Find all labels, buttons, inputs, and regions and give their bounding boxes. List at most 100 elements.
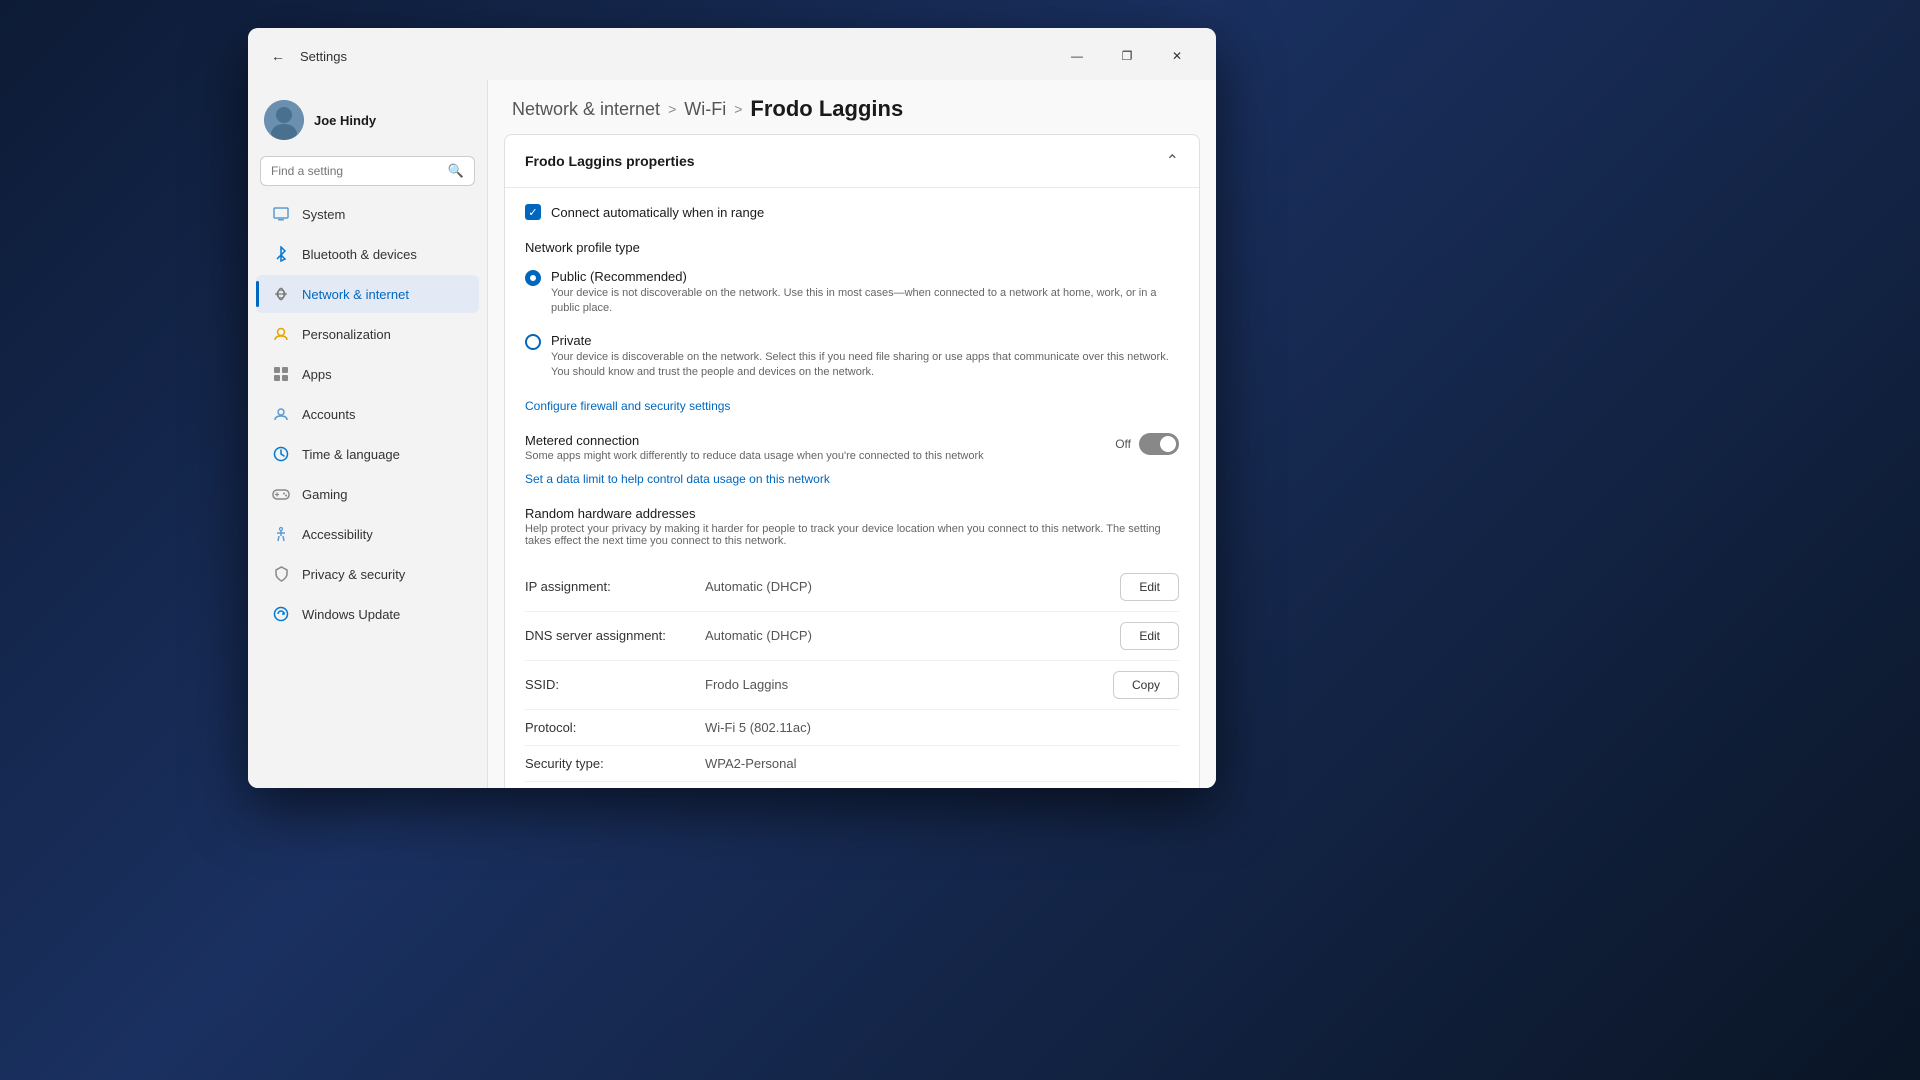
search-box[interactable]: 🔍 — [260, 156, 475, 186]
sidebar-item-bluetooth[interactable]: Bluetooth & devices — [256, 235, 479, 273]
ip-edit-button[interactable]: Edit — [1120, 573, 1179, 601]
settings-window: ← Settings — ❐ ✕ Joe Hindy — [248, 28, 1216, 788]
sidebar-label-personalization: Personalization — [302, 327, 391, 342]
random-hw-title: Random hardware addresses — [525, 506, 1179, 521]
bluetooth-icon — [272, 245, 290, 263]
metered-info: Metered connection Some apps might work … — [525, 433, 984, 462]
sidebar-label-network: Network & internet — [302, 287, 409, 302]
breadcrumb-sep-1: > — [668, 101, 676, 117]
time-icon — [272, 445, 290, 463]
private-desc: Your device is discoverable on the netwo… — [551, 350, 1179, 381]
section-title: Frodo Laggins properties — [525, 153, 695, 169]
minimize-button[interactable]: — — [1054, 40, 1100, 72]
connect-auto-label: Connect automatically when in range — [551, 205, 764, 220]
metered-title: Metered connection — [525, 433, 984, 448]
breadcrumb: Network & internet > Wi-Fi > Frodo Laggi… — [488, 80, 1216, 134]
maximize-button[interactable]: ❐ — [1104, 40, 1150, 72]
update-icon — [272, 605, 290, 623]
apps-icon — [272, 365, 290, 383]
dns-row: DNS server assignment: Automatic (DHCP) … — [525, 612, 1179, 661]
sidebar: Joe Hindy 🔍 System — [248, 80, 488, 788]
system-icon — [272, 205, 290, 223]
toggle-switch[interactable] — [1139, 433, 1179, 455]
random-hw-info: Random hardware addresses Help protect y… — [525, 506, 1179, 547]
private-option[interactable]: Private Your device is discoverable on t… — [525, 333, 1179, 381]
close-button[interactable]: ✕ — [1154, 40, 1200, 72]
ip-actions: Edit — [1120, 573, 1179, 601]
sidebar-item-accessibility[interactable]: Accessibility — [256, 515, 479, 553]
section-header: Frodo Laggins properties ⌃ — [505, 135, 1199, 188]
connect-auto-checkbox[interactable]: ✓ — [525, 204, 541, 220]
public-title: Public (Recommended) — [551, 269, 1179, 284]
sidebar-label-privacy: Privacy & security — [302, 567, 405, 582]
sidebar-item-system[interactable]: System — [256, 195, 479, 233]
public-text: Public (Recommended) Your device is not … — [551, 269, 1179, 317]
breadcrumb-current: Frodo Laggins — [750, 96, 903, 122]
toggle-label: Off — [1115, 437, 1131, 451]
sidebar-label-system: System — [302, 207, 345, 222]
sidebar-item-privacy[interactable]: Privacy & security — [256, 555, 479, 593]
sidebar-label-update: Windows Update — [302, 607, 400, 622]
sidebar-item-update[interactable]: Windows Update — [256, 595, 479, 633]
ssid-actions: Copy — [1113, 671, 1179, 699]
titlebar: ← Settings — ❐ ✕ — [248, 28, 1216, 80]
connect-auto-row: ✓ Connect automatically when in range — [525, 204, 1179, 220]
network-icon — [272, 285, 290, 303]
username: Joe Hindy — [314, 113, 376, 128]
ip-row: IP assignment: Automatic (DHCP) Edit — [525, 563, 1179, 612]
back-button[interactable]: ← — [264, 42, 292, 70]
sidebar-item-time[interactable]: Time & language — [256, 435, 479, 473]
main-content: Network & internet > Wi-Fi > Frodo Laggi… — [488, 80, 1216, 788]
sidebar-item-personalization[interactable]: Personalization — [256, 315, 479, 353]
ssid-row: SSID: Frodo Laggins Copy — [525, 661, 1179, 710]
search-icon: 🔍 — [448, 163, 464, 179]
titlebar-controls: — ❐ ✕ — [1054, 40, 1200, 72]
ssid-label: SSID: — [525, 677, 705, 692]
breadcrumb-wifi[interactable]: Wi-Fi — [684, 99, 726, 120]
private-title: Private — [551, 333, 1179, 348]
data-limit-link[interactable]: Set a data limit to help control data us… — [525, 472, 830, 486]
profile-type-label: Network profile type — [525, 240, 1179, 255]
security-label: Security type: — [525, 756, 705, 771]
collapse-button[interactable]: ⌃ — [1166, 151, 1179, 171]
content-area: Frodo Laggins properties ⌃ ✓ Connect aut… — [488, 134, 1216, 788]
toggle-wrap: Off — [1115, 433, 1179, 455]
sidebar-item-accounts[interactable]: Accounts — [256, 395, 479, 433]
public-option[interactable]: Public (Recommended) Your device is not … — [525, 269, 1179, 317]
user-profile: Joe Hindy — [248, 88, 487, 156]
section-content: ✓ Connect automatically when in range Ne… — [505, 188, 1199, 788]
window-body: Joe Hindy 🔍 System — [248, 80, 1216, 788]
ssid-value: Frodo Laggins — [705, 677, 1113, 692]
breadcrumb-sep-2: > — [734, 101, 742, 117]
sidebar-item-gaming[interactable]: Gaming — [256, 475, 479, 513]
public-radio[interactable] — [525, 270, 541, 286]
random-hw-row: Random hardware addresses Help protect y… — [525, 506, 1179, 547]
security-row: Security type: WPA2-Personal — [525, 746, 1179, 782]
sidebar-label-apps: Apps — [302, 367, 332, 382]
properties-section: Frodo Laggins properties ⌃ ✓ Connect aut… — [504, 134, 1200, 788]
private-text: Private Your device is discoverable on t… — [551, 333, 1179, 381]
private-radio[interactable] — [525, 334, 541, 350]
gaming-icon — [272, 485, 290, 503]
sidebar-label-time: Time & language — [302, 447, 400, 462]
ssid-copy-button[interactable]: Copy — [1113, 671, 1179, 699]
ip-label: IP assignment: — [525, 579, 705, 594]
titlebar-left: ← Settings — [264, 42, 347, 70]
search-input[interactable] — [271, 164, 440, 178]
dns-edit-button[interactable]: Edit — [1120, 622, 1179, 650]
window-title: Settings — [300, 49, 347, 64]
sidebar-label-accounts: Accounts — [302, 407, 355, 422]
sidebar-item-apps[interactable]: Apps — [256, 355, 479, 393]
public-desc: Your device is not discoverable on the n… — [551, 286, 1179, 317]
protocol-label: Protocol: — [525, 720, 705, 735]
manufacturer-row: Manufacturer: Intel Corporation — [525, 782, 1179, 788]
sidebar-label-gaming: Gaming — [302, 487, 348, 502]
accounts-icon — [272, 405, 290, 423]
protocol-value: Wi-Fi 5 (802.11ac) — [705, 720, 1179, 735]
breadcrumb-network[interactable]: Network & internet — [512, 99, 660, 120]
dns-value: Automatic (DHCP) — [705, 628, 1120, 643]
sidebar-item-network[interactable]: Network & internet — [256, 275, 479, 313]
avatar — [264, 100, 304, 140]
firewall-link[interactable]: Configure firewall and security settings — [525, 399, 730, 413]
sidebar-label-bluetooth: Bluetooth & devices — [302, 247, 417, 262]
